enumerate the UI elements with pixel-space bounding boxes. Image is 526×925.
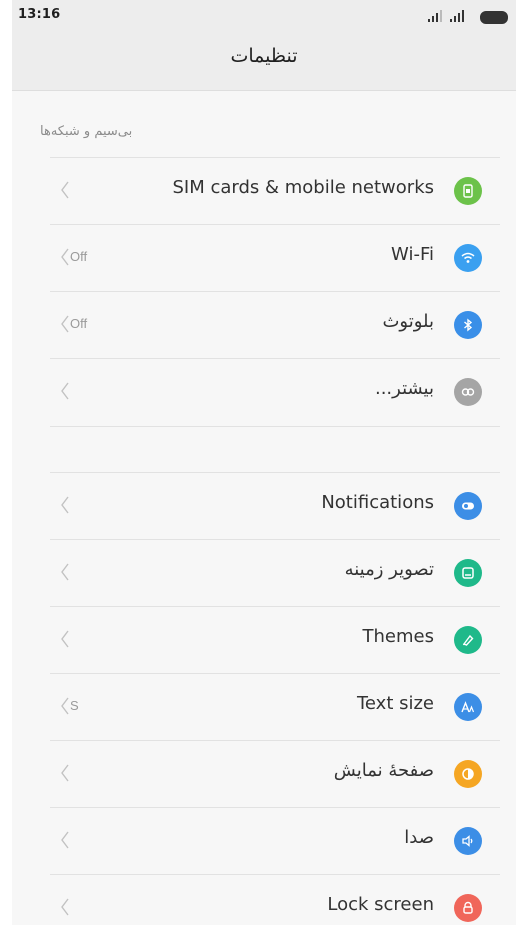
wifi-icon (454, 244, 482, 272)
settings-row-more[interactable]: بیشتر... (50, 358, 500, 427)
row-label: Notifications (321, 492, 434, 513)
signal-1-icon (428, 10, 442, 22)
settings-row-sound[interactable]: صدا (50, 807, 500, 875)
chevron-left-icon (61, 563, 69, 581)
sound-icon (454, 827, 482, 855)
section-header-wireless: بی‌سیم و شبکه‌ها (12, 118, 516, 158)
row-label: صدا (404, 827, 434, 848)
bluetooth-icon (454, 311, 482, 339)
settings-row-display[interactable]: صفحهٔ نمایش (50, 740, 500, 808)
settings-row-sim-cards[interactable]: SIM cards & mobile networks (50, 157, 500, 225)
display-icon (454, 760, 482, 788)
lock-screen-icon (454, 894, 482, 922)
settings-row-bluetooth[interactable]: Off بلوتوث (50, 291, 500, 359)
row-label: بیشتر... (374, 378, 434, 399)
page-title: تنظیمات (230, 45, 298, 67)
row-label: صفحهٔ نمایش (333, 760, 434, 781)
row-value: Off (70, 249, 88, 264)
row-label: Text size (356, 693, 434, 714)
settings-row-wifi[interactable]: Off Wi-Fi (50, 224, 500, 292)
chevron-left-icon (61, 382, 69, 400)
settings-row-text-size[interactable]: S Text size (50, 673, 500, 741)
chevron-left-icon (61, 898, 69, 916)
battery-icon (480, 11, 508, 24)
chevron-left-icon (61, 496, 69, 514)
row-label: بلوتوث (382, 311, 434, 332)
sim-card-icon (454, 177, 482, 205)
chevron-left-icon (61, 831, 69, 849)
status-time: 13:16 (18, 7, 61, 22)
text-size-icon (454, 693, 482, 721)
wallpaper-icon (454, 559, 482, 587)
status-icons (428, 10, 508, 24)
chevron-left-icon (61, 181, 69, 199)
row-label: SIM cards & mobile networks (172, 177, 434, 198)
row-label: Wi-Fi (391, 244, 434, 265)
status-bar: 13:16 (12, 0, 516, 34)
row-label: Lock screen (327, 894, 434, 915)
row-label: Themes (362, 626, 434, 647)
chevron-left-icon (61, 630, 69, 648)
settings-row-themes[interactable]: Themes (50, 606, 500, 674)
row-label: تصویر زمینه (344, 559, 434, 580)
themes-icon (454, 626, 482, 654)
settings-row-lock-screen[interactable]: Lock screen (50, 874, 500, 925)
chevron-left-icon (61, 764, 69, 782)
settings-row-wallpaper[interactable]: تصویر زمینه (50, 539, 500, 607)
row-value: S (70, 698, 79, 713)
row-value: Off (70, 316, 88, 331)
settings-row-notifications[interactable]: Notifications (50, 472, 500, 540)
title-bar: تنظیمات (12, 34, 516, 91)
settings-screen: 13:16 تنظیمات بی‌سیم و شبکه‌ها SIM cards… (12, 0, 516, 925)
more-link-icon (454, 378, 482, 406)
section-title: بی‌سیم و شبکه‌ها (40, 124, 133, 139)
signal-2-icon (450, 10, 464, 22)
notifications-icon (454, 492, 482, 520)
